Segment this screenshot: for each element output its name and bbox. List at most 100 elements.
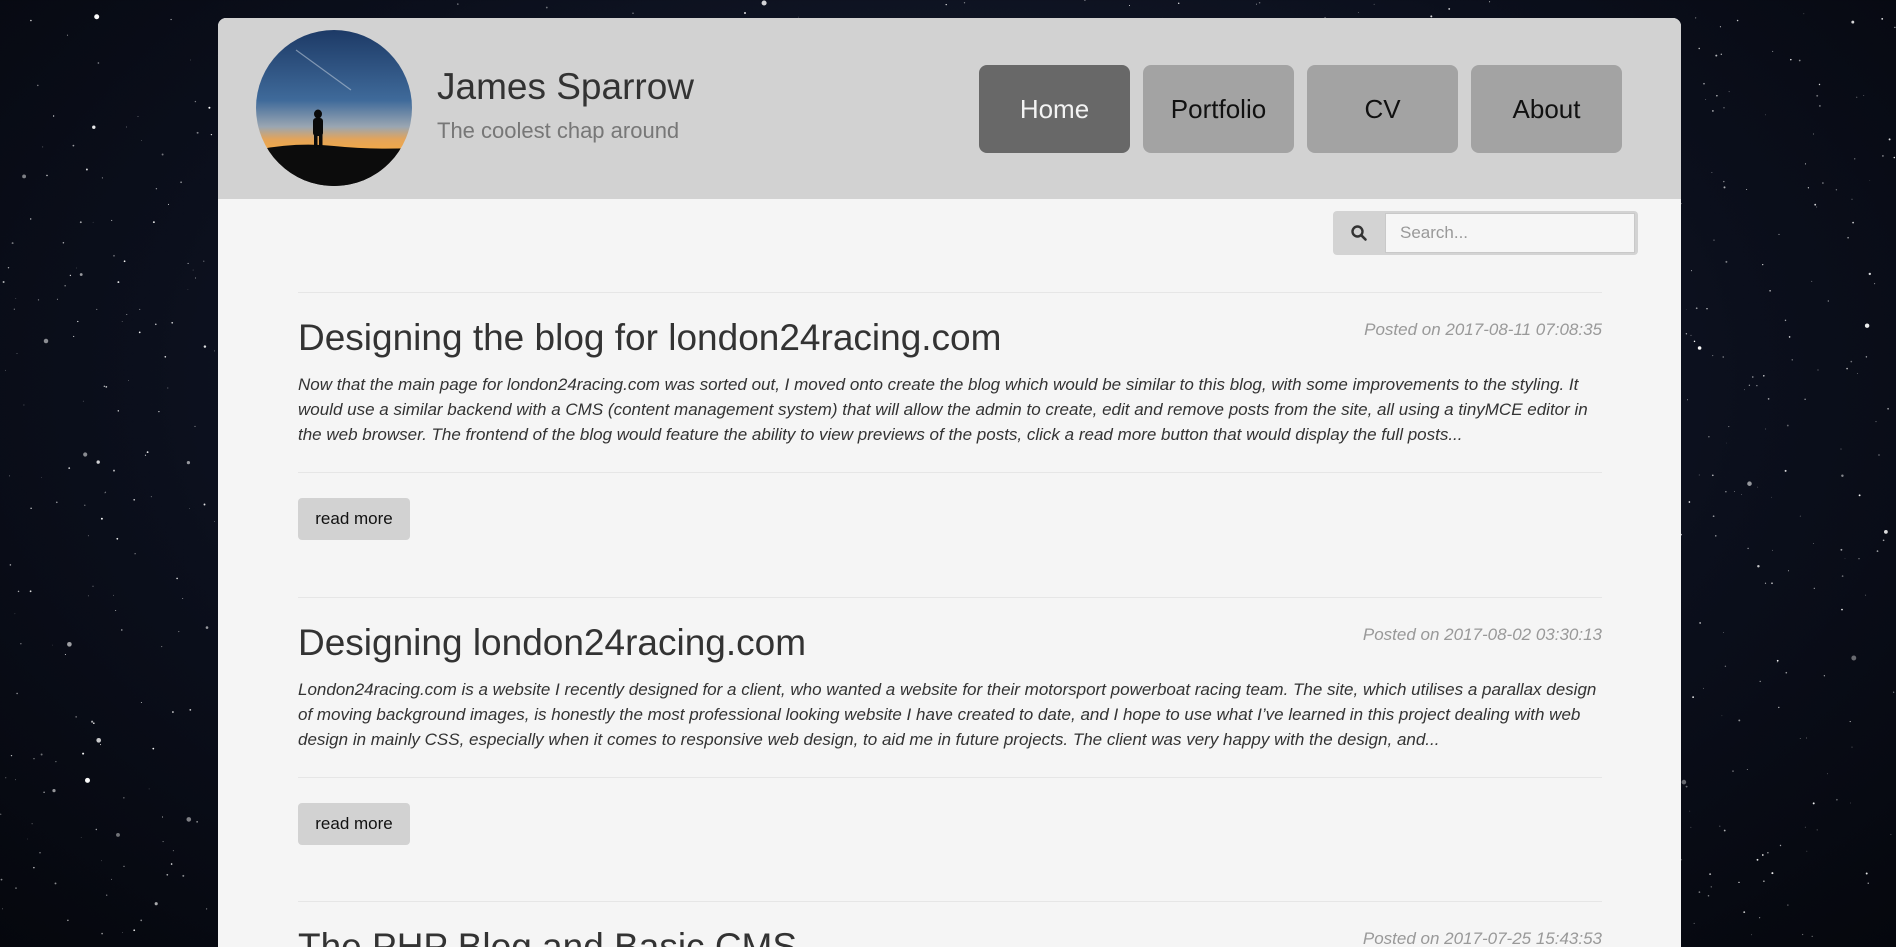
star [1806,850,1808,852]
star [171,321,174,324]
star [117,410,120,412]
star [111,219,113,221]
star [1711,172,1713,173]
star [196,821,198,823]
star [167,387,169,389]
star [121,629,123,631]
star [96,460,100,464]
star [1841,575,1844,577]
star [52,644,53,646]
post-excerpt: London24racing.com is a website I recent… [298,680,1597,749]
star [196,131,199,134]
star [1890,834,1892,836]
nav-home-button[interactable]: Home [979,65,1130,153]
star [55,760,57,763]
star [30,507,32,509]
star [1707,895,1710,897]
star [1817,369,1819,371]
star [1764,582,1767,584]
search-input[interactable] [1385,213,1635,253]
star [1875,421,1877,423]
site-header: James Sparrow The coolest chap around Ho… [218,18,1681,199]
star [189,508,190,509]
star [1712,355,1714,357]
star [1752,376,1754,378]
divider [298,472,1602,473]
star [82,400,84,402]
star [115,610,117,612]
star [29,590,32,593]
star [194,100,197,103]
star [210,133,213,136]
post-title[interactable]: Designing london24racing.com [298,622,806,664]
star [1258,2,1261,4]
search-icon[interactable] [1333,211,1385,255]
star [1819,105,1821,107]
star [9,475,11,477]
star [1813,587,1815,589]
star [208,106,211,109]
star [99,744,102,746]
star [1759,680,1761,683]
star [1811,935,1813,938]
star [123,797,125,799]
star [85,777,90,783]
star [150,496,152,498]
star [1771,496,1772,498]
site-title[interactable]: James Sparrow [437,66,694,108]
star [182,598,184,599]
star [1816,829,1818,831]
avatar[interactable] [256,30,412,186]
star [1699,622,1701,624]
star [166,873,169,876]
nav-portfolio-button[interactable]: Portfolio [1143,65,1294,153]
star [1747,547,1749,550]
star [1844,557,1846,559]
star [154,902,158,906]
star [187,262,189,264]
star [113,469,115,472]
star [134,553,136,555]
star [1840,548,1843,551]
star [1725,260,1728,263]
star [87,535,89,537]
star [155,188,158,190]
sunset-silhouette-image [256,30,412,186]
star [92,585,94,587]
star [1690,826,1692,828]
nav-about-button[interactable]: About [1471,65,1622,153]
star [1689,810,1691,812]
star [1827,773,1828,775]
star [1804,398,1806,400]
star [101,932,103,935]
star [67,641,72,647]
star [1804,826,1806,828]
star [1851,746,1853,748]
nav-cv-button[interactable]: CV [1307,65,1458,153]
read-more-button[interactable]: read more [298,498,410,540]
star [1803,13,1805,15]
star [113,594,114,596]
post-title[interactable]: The PHP Blog and Basic CMS [298,926,797,947]
star [1719,26,1721,28]
star [83,452,88,457]
star [75,716,77,718]
star [1761,854,1764,856]
star [1756,858,1759,861]
read-more-button[interactable]: read more [298,803,410,845]
star [95,828,98,831]
star [46,174,48,177]
star [43,791,45,793]
post-title[interactable]: Designing the blog for london24racing.co… [298,317,1001,359]
star [189,709,192,711]
star [1713,239,1715,241]
star [1874,283,1876,285]
star [106,894,108,896]
star [1881,18,1884,20]
star [1846,367,1848,370]
star [1690,334,1692,336]
star [1715,535,1717,537]
star [27,838,29,840]
star [1852,221,1854,224]
star [54,882,57,885]
